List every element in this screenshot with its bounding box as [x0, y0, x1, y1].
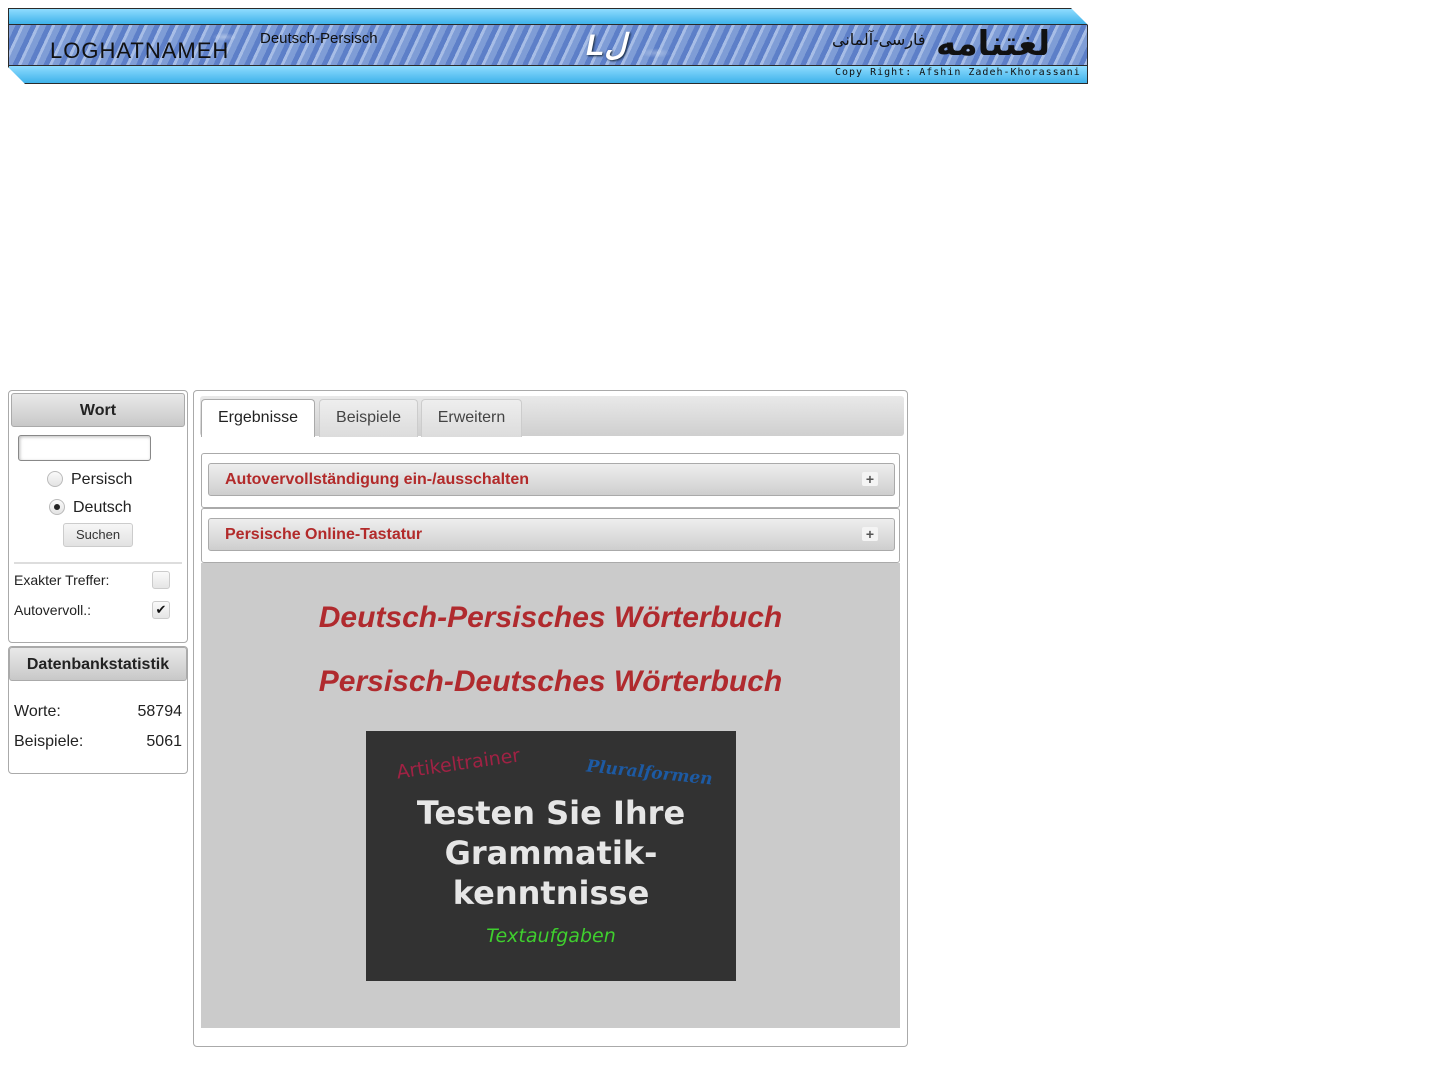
exact-match-label: Exakter Treffer:	[14, 572, 110, 588]
promo-pluralformen: Pluralformen	[585, 756, 714, 790]
promo-line-3: kenntnisse	[452, 874, 650, 912]
radio-deutsch[interactable]	[49, 499, 65, 515]
tab-erweitern[interactable]: Erweitern	[421, 399, 522, 437]
promo-artikeltrainer: Artikeltrainer	[395, 744, 522, 784]
accordion-autocomplete-title[interactable]: Autovervollständigung ein-/ausschalten	[225, 471, 529, 489]
brand-name: LOGHATNAMEH	[50, 38, 230, 63]
persian-title: لغتنامه	[936, 25, 1051, 63]
accordion-autocomplete-header[interactable]: Autovervollständigung ein-/ausschalten +	[208, 463, 895, 496]
promo-line-2: Grammatik-	[444, 834, 658, 872]
results-content: Deutsch-Persisches Wörterbuch Persisch-D…	[201, 563, 900, 1028]
radio-persisch-label[interactable]: Persisch	[71, 471, 132, 489]
brand-logo: Lل	[586, 29, 627, 62]
copyright-notice: Copy Right: Afshin Zadeh-Khorassani	[835, 67, 1081, 78]
banner-top-stripe	[8, 8, 1088, 25]
accordion-keyboard: Persische Online-Tastatur +	[201, 508, 900, 563]
tab-beispiele[interactable]: Beispiele	[319, 399, 418, 437]
stat-words-value: 58794	[137, 703, 183, 720]
promo-headline: Testen Sie Ihre Grammatik- kenntnisse	[366, 793, 736, 913]
promo-line-1: Testen Sie Ihre	[416, 794, 686, 832]
header-banner: LOGHATNAMEH Deutsch-Persisch Lل فارسی-آل…	[8, 8, 1088, 86]
promo-textaufgaben: Textaufgaben	[486, 925, 616, 947]
stat-words-label: Worte:	[14, 703, 61, 720]
autocomplete-label: Autovervoll.:	[14, 602, 92, 618]
plus-icon[interactable]: +	[862, 527, 878, 541]
title-de-fa[interactable]: Deutsch-Persisches Wörterbuch	[201, 601, 900, 635]
brand-subtitle: Deutsch-Persisch	[260, 30, 378, 47]
accordion-autocomplete: Autovervollständigung ein-/ausschalten +	[201, 453, 900, 508]
radio-persisch[interactable]	[47, 471, 63, 487]
search-panel: Wort Persisch Deutsch Suchen Exakter Tre…	[8, 390, 188, 643]
stat-examples-label: Beispiele:	[14, 733, 84, 750]
grammar-promo-banner[interactable]: Artikeltrainer Pluralformen Testen Sie I…	[366, 731, 736, 981]
autocomplete-checkbox[interactable]: ✔	[152, 601, 170, 619]
stat-examples-value: 5061	[146, 733, 182, 750]
accordion-keyboard-header[interactable]: Persische Online-Tastatur +	[208, 518, 895, 551]
search-panel-title: Wort	[11, 393, 185, 427]
title-fa-de[interactable]: Persisch-Deutsches Wörterbuch	[201, 665, 900, 699]
results-panel: Ergebnisse Beispiele Erweitern Autovervo…	[193, 390, 908, 1047]
radio-deutsch-label[interactable]: Deutsch	[73, 499, 132, 517]
stats-panel: Datenbankstatistik Worte: 58794 Beispiel…	[8, 646, 188, 774]
stats-panel-title: Datenbankstatistik	[9, 647, 187, 681]
tab-ergebnisse[interactable]: Ergebnisse	[201, 399, 315, 437]
plus-icon[interactable]: +	[862, 472, 878, 486]
search-input[interactable]	[18, 435, 151, 461]
accordion-keyboard-title[interactable]: Persische Online-Tastatur	[225, 526, 422, 544]
persian-subtitle: فارسی-آلمانی	[832, 32, 926, 49]
exact-match-checkbox[interactable]	[152, 571, 170, 589]
options-divider	[14, 562, 182, 564]
tab-bar: Ergebnisse Beispiele Erweitern	[200, 396, 904, 437]
search-button[interactable]: Suchen	[63, 523, 133, 547]
